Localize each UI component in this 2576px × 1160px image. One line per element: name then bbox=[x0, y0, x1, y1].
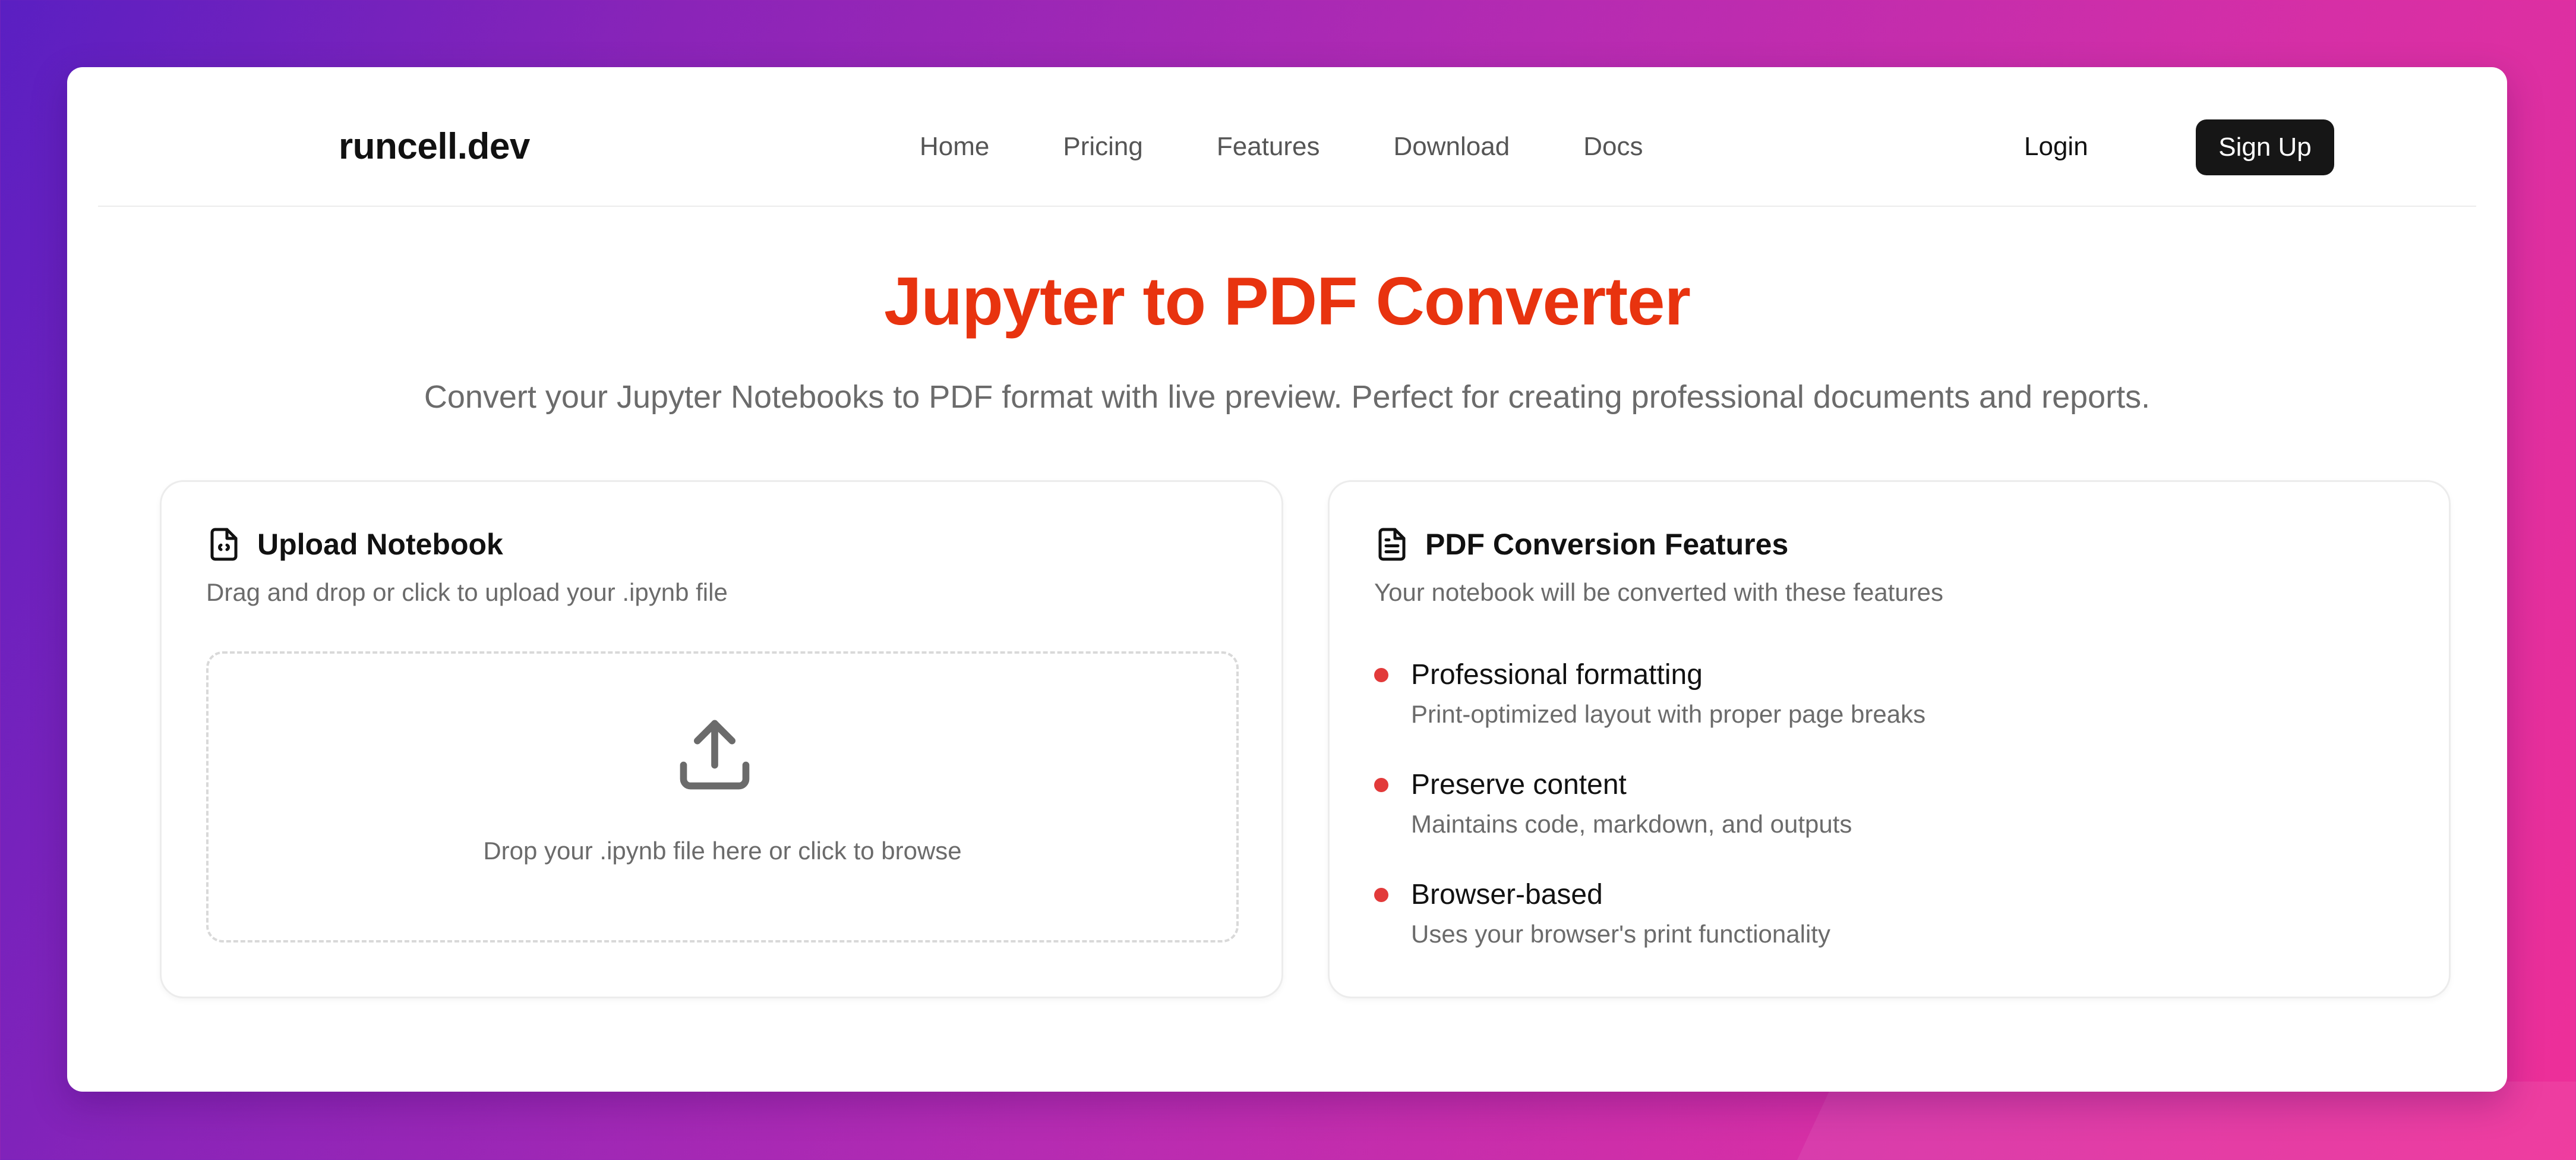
upload-panel-title: Upload Notebook bbox=[257, 528, 503, 561]
nav-features[interactable]: Features bbox=[1217, 131, 1320, 162]
nav-docs[interactable]: Docs bbox=[1583, 131, 1643, 162]
site-logo[interactable]: runcell.dev bbox=[339, 125, 530, 168]
feature-item: Professional formatting Print-optimized … bbox=[1374, 657, 2384, 767]
feature-title: Browser-based bbox=[1411, 879, 1603, 910]
features-panel-header: PDF Conversion Features bbox=[1374, 527, 1788, 562]
nav-download[interactable]: Download bbox=[1394, 131, 1510, 162]
feature-title: Preserve content bbox=[1411, 769, 1627, 800]
bullet-dot bbox=[1374, 778, 1388, 792]
feature-description: Print-optimized layout with proper page … bbox=[1411, 700, 1926, 728]
upload-panel: Upload Notebook Drag and drop or click t… bbox=[160, 480, 1283, 998]
file-code-icon bbox=[210, 528, 238, 561]
nav-home[interactable]: Home bbox=[920, 131, 989, 162]
upload-icon bbox=[680, 720, 750, 790]
feature-description: Uses your browser's print functionality bbox=[1411, 920, 1830, 948]
main-card: runcell.dev Home Pricing Features Downlo… bbox=[67, 67, 2507, 1092]
page-title: Jupyter to PDF Converter bbox=[884, 264, 1691, 339]
signup-button[interactable]: Sign Up bbox=[2196, 119, 2334, 175]
features-panel: PDF Conversion Features Your notebook wi… bbox=[1328, 480, 2451, 998]
features-panel-description: Your notebook will be converted with the… bbox=[1374, 578, 1944, 606]
feature-title: Professional formatting bbox=[1411, 659, 1703, 691]
background-decoration bbox=[1778, 1082, 2576, 1160]
feature-item: Browser-based Uses your browser's print … bbox=[1374, 877, 2384, 987]
feature-list: Professional formatting Print-optimized … bbox=[1374, 657, 2384, 987]
bullet-dot bbox=[1374, 888, 1388, 902]
bullet-dot bbox=[1374, 668, 1388, 682]
upload-panel-header: Upload Notebook bbox=[206, 527, 503, 562]
site-header: runcell.dev Home Pricing Features Downlo… bbox=[98, 67, 2476, 207]
upload-panel-description: Drag and drop or click to upload your .i… bbox=[206, 578, 728, 606]
dropzone-text: Drop your .ipynb file here or click to b… bbox=[483, 837, 962, 865]
feature-description: Maintains code, markdown, and outputs bbox=[1411, 810, 1852, 838]
page-subtitle: Convert your Jupyter Notebooks to PDF fo… bbox=[424, 379, 2151, 415]
file-text-icon bbox=[1378, 528, 1406, 561]
feature-item: Preserve content Maintains code, markdow… bbox=[1374, 767, 2384, 877]
nav-pricing[interactable]: Pricing bbox=[1063, 131, 1143, 162]
file-dropzone[interactable]: Drop your .ipynb file here or click to b… bbox=[206, 651, 1239, 943]
main-nav: Home Pricing Features Download Docs bbox=[920, 131, 1643, 162]
login-link[interactable]: Login bbox=[2024, 131, 2088, 162]
features-panel-title: PDF Conversion Features bbox=[1425, 528, 1789, 561]
